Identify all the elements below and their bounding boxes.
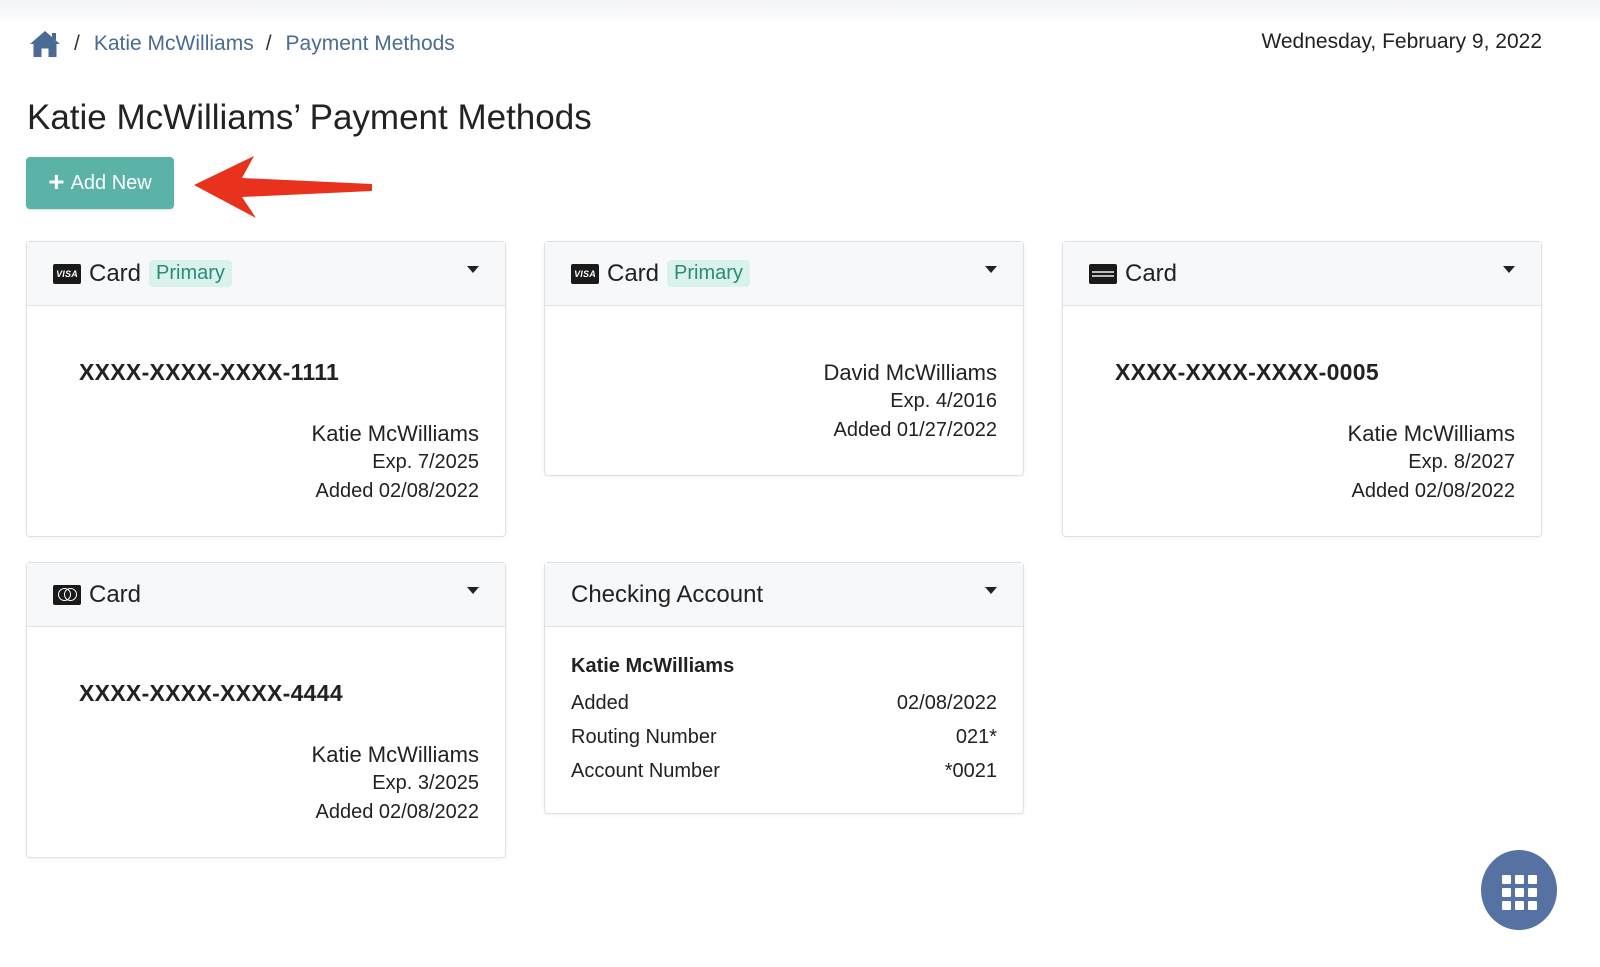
add-new-label: Add New	[70, 171, 152, 194]
breadcrumb-separator: /	[265, 32, 272, 55]
payment-checking-account: Checking Account Katie McWilliams Added …	[544, 562, 1024, 814]
account-row-account-number: Account Number *0021	[571, 754, 997, 788]
card-expiration: Exp. 3/2025	[372, 772, 479, 794]
card-details: Katie McWilliams Exp. 7/2025 Added 02/08…	[312, 420, 479, 506]
breadcrumb-link-customer[interactable]: Katie McWilliams	[94, 32, 254, 56]
breadcrumb-separator: /	[74, 32, 80, 55]
card-type-label: Card	[1125, 259, 1178, 287]
card-header: Card	[1063, 242, 1541, 306]
card-holder: Katie McWilliams	[311, 421, 479, 446]
card-type-label: Card	[89, 580, 142, 608]
card-header: VISA Card Primary	[27, 242, 505, 306]
card-type-label: Card	[607, 259, 660, 287]
account-body: Katie McWilliams Added 02/08/2022 Routin…	[545, 627, 1023, 788]
card-added-date: Added 02/08/2022	[315, 480, 480, 502]
breadcrumb-link-payment-methods[interactable]: Payment Methods	[286, 32, 455, 56]
card-added-date: Added 02/08/2022	[315, 801, 480, 823]
primary-badge: Primary	[149, 260, 232, 287]
card-header: VISA Card Primary	[545, 242, 1023, 306]
payment-card-amex-0005: Card XXXX-XXXX-XXXX-0005 Katie McWilliam…	[1062, 241, 1542, 537]
account-row-routing: Routing Number 021*	[571, 720, 997, 754]
row-value: 02/08/2022	[896, 691, 997, 714]
card-holder: Katie McWilliams	[311, 742, 479, 767]
card-details: Katie McWilliams Exp. 8/2027 Added 02/08…	[1348, 420, 1515, 506]
card-header: Card	[27, 563, 505, 627]
card-header: Checking Account	[545, 563, 1023, 627]
card-number: XXXX-XXXX-XXXX-1111	[79, 359, 340, 385]
card-menu-caret-icon[interactable]	[985, 587, 997, 594]
card-expiration: Exp. 4/2016	[890, 390, 997, 412]
account-type-label: Checking Account	[571, 580, 764, 608]
account-holder: Katie McWilliams	[571, 655, 735, 677]
card-added-date: Added 02/08/2022	[1351, 480, 1516, 502]
top-bar-shade	[0, 0, 1600, 22]
row-label: Routing Number	[571, 725, 717, 748]
card-holder: David McWilliams	[823, 360, 997, 385]
plus-icon: +	[48, 165, 65, 197]
visa-icon: VISA	[571, 263, 599, 284]
card-expiration: Exp. 8/2027	[1408, 451, 1515, 473]
card-details: David McWilliams Exp. 4/2016 Added 01/27…	[823, 359, 997, 445]
primary-badge: Primary	[667, 260, 750, 287]
card-menu-caret-icon[interactable]	[1503, 266, 1515, 273]
card-number: XXXX-XXXX-XXXX-4444	[79, 680, 343, 706]
row-label: Added	[571, 691, 629, 714]
payment-card-visa-david: VISA Card Primary David McWilliams Exp. …	[544, 241, 1024, 476]
row-value: *0021	[944, 759, 997, 782]
page-title: Katie McWilliams’ Payment Methods	[27, 98, 592, 137]
breadcrumb: / Katie McWilliams / Payment Methods	[28, 28, 455, 60]
current-date: Wednesday, February 9, 2022	[1261, 30, 1542, 53]
account-row-added: Added 02/08/2022	[571, 686, 997, 720]
annotation-arrow-icon	[194, 156, 372, 218]
add-new-button[interactable]: + Add New	[26, 157, 174, 209]
card-holder: Katie McWilliams	[1347, 421, 1515, 446]
card-menu-caret-icon[interactable]	[467, 587, 479, 594]
card-details: Katie McWilliams Exp. 3/2025 Added 02/08…	[312, 741, 479, 827]
visa-icon: VISA	[53, 263, 81, 284]
card-added-date: Added 01/27/2022	[833, 419, 998, 441]
card-type-label: Card	[89, 259, 142, 287]
row-value: 021*	[955, 725, 997, 748]
card-menu-caret-icon[interactable]	[467, 266, 479, 273]
mastercard-icon	[53, 584, 81, 605]
card-number: XXXX-XXXX-XXXX-0005	[1115, 359, 1379, 385]
apps-grid-icon	[1501, 874, 1511, 884]
payment-card-mastercard-4444: Card XXXX-XXXX-XXXX-4444 Katie McWilliam…	[26, 562, 506, 858]
home-icon[interactable]	[28, 29, 62, 59]
card-menu-caret-icon[interactable]	[985, 266, 997, 273]
amex-icon	[1089, 263, 1117, 284]
payment-card-visa-1111: VISA Card Primary XXXX-XXXX-XXXX-1111 Ka…	[26, 241, 506, 537]
row-label: Account Number	[571, 759, 720, 782]
apps-grid-button[interactable]	[1481, 850, 1557, 930]
card-expiration: Exp. 7/2025	[372, 451, 479, 473]
